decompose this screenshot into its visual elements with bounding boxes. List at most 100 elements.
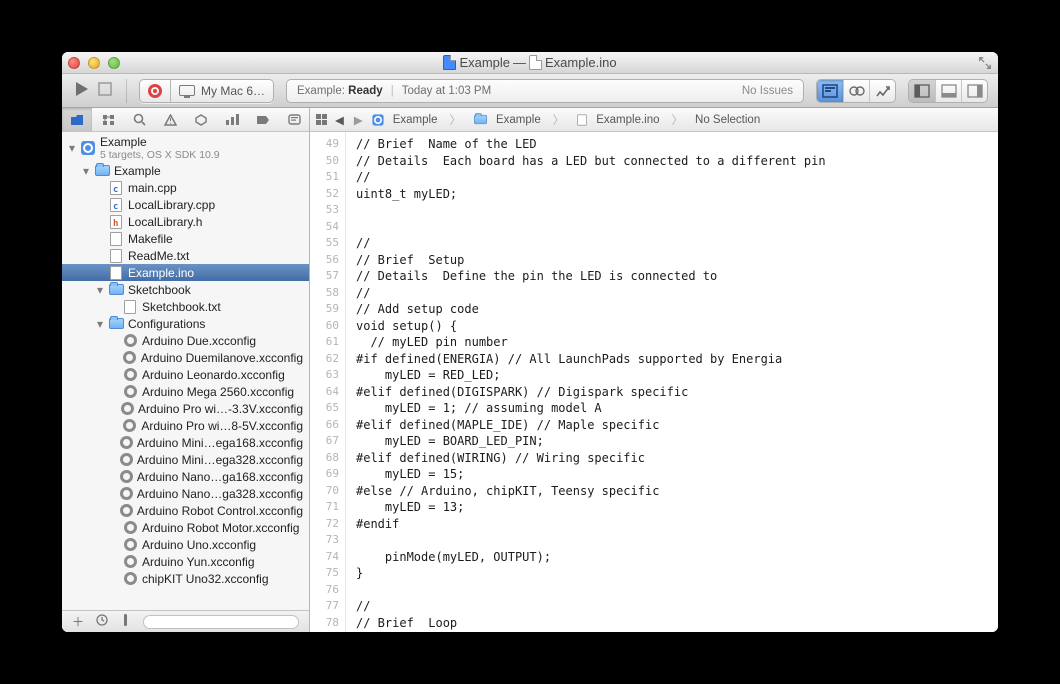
xcconfig-icon [122, 418, 138, 434]
test-navigator-icon[interactable] [186, 108, 216, 131]
tree-label: chipKIT Uno32.xcconfig [142, 572, 269, 586]
tree-label: Example.ino [128, 266, 194, 280]
file-config-12[interactable]: Arduino Uno.xcconfig [62, 536, 309, 553]
mac-icon [179, 85, 195, 96]
activity-viewer[interactable]: Example: Ready | Today at 1:03 PM No Iss… [286, 79, 804, 103]
tree-label: LocalLibrary.cpp [128, 198, 215, 212]
status-project: Example: [297, 85, 345, 97]
minimize-button[interactable] [88, 57, 100, 69]
xcconfig-icon [122, 520, 138, 536]
titlebar: Example — Example.ino [62, 52, 998, 74]
title-project: Example [459, 55, 510, 70]
file-locallibrary-cpp[interactable]: LocalLibrary.cpp [62, 196, 309, 213]
symbol-navigator-icon[interactable] [93, 108, 123, 131]
cpp-file-icon [108, 180, 124, 196]
crumb-file-icon [577, 114, 587, 125]
crumb-group[interactable]: Example [496, 114, 541, 126]
file-sketchbook-txt[interactable]: Sketchbook.txt [62, 298, 309, 315]
file-config-1[interactable]: Arduino Duemilanove.xcconfig [62, 349, 309, 366]
file-doc-icon [529, 55, 542, 70]
debug-navigator-icon[interactable] [217, 108, 247, 131]
navigator-panel-icon[interactable] [909, 80, 935, 102]
crumb-project[interactable]: Example [393, 114, 438, 126]
file-readme[interactable]: ReadMe.txt [62, 247, 309, 264]
file-config-11[interactable]: Arduino Robot Motor.xcconfig [62, 519, 309, 536]
file-example-ino[interactable]: Example.ino [62, 264, 309, 281]
zoom-button[interactable] [108, 57, 120, 69]
version-editor-icon[interactable] [869, 80, 895, 102]
file-config-8[interactable]: Arduino Nano…ga168.xcconfig [62, 468, 309, 485]
group-example[interactable]: ▾Example [62, 162, 309, 179]
file-icon [108, 265, 124, 281]
file-config-3[interactable]: Arduino Mega 2560.xcconfig [62, 383, 309, 400]
file-config-14[interactable]: chipKIT Uno32.xcconfig [62, 570, 309, 587]
tree-label: Arduino Mega 2560.xcconfig [142, 385, 294, 399]
toolbar: My Mac 6… Example: Ready | Today at 1:03… [62, 74, 998, 108]
utilities-panel-icon[interactable] [961, 80, 987, 102]
crumb-file[interactable]: Example.ino [596, 114, 659, 126]
file-config-13[interactable]: Arduino Yun.xcconfig [62, 553, 309, 570]
group-configurations[interactable]: ▾Configurations [62, 315, 309, 332]
xcode-window: Example — Example.ino My Mac 6… [62, 52, 998, 632]
tree-label: Example [100, 135, 220, 149]
file-config-4[interactable]: Arduino Pro wi…-3.3V.xcconfig [62, 400, 309, 417]
stop-button[interactable] [96, 80, 114, 101]
run-button[interactable] [72, 80, 90, 101]
standard-editor-icon[interactable] [817, 80, 843, 102]
title-file: Example.ino [545, 55, 617, 70]
xcconfig-icon [122, 554, 138, 570]
navigator-tabs[interactable] [62, 108, 309, 132]
line-gutter[interactable]: 49 50 51 52 53 54 55 56 57 58 59 60 61 6… [310, 132, 346, 632]
xcconfig-icon [122, 367, 138, 383]
code-editor[interactable]: // Brief Name of the LED // Details Each… [346, 132, 998, 632]
file-config-5[interactable]: Arduino Pro wi…8-5V.xcconfig [62, 417, 309, 434]
file-config-6[interactable]: Arduino Mini…ega168.xcconfig [62, 434, 309, 451]
folder-icon [108, 316, 124, 332]
crumb-selection[interactable]: No Selection [695, 114, 760, 126]
group-sketchbook[interactable]: ▾Sketchbook [62, 281, 309, 298]
tree-label: Arduino Robot Control.xcconfig [137, 504, 303, 518]
editor-mode-toggle[interactable] [816, 79, 896, 103]
recent-filter-icon[interactable] [96, 614, 108, 629]
file-config-9[interactable]: Arduino Nano…ga328.xcconfig [62, 485, 309, 502]
panel-toggle[interactable] [908, 79, 988, 103]
tree-label: Arduino Robot Motor.xcconfig [142, 521, 299, 535]
back-button[interactable]: ◀ [335, 113, 344, 127]
scheme-selector[interactable]: My Mac 6… [139, 79, 274, 103]
project-tree[interactable]: ▾Example5 targets, OS X SDK 10.9▾Example… [62, 132, 309, 610]
add-button[interactable]: ＋ [72, 613, 84, 630]
status-state: Ready [348, 85, 383, 97]
file-config-0[interactable]: Arduino Due.xcconfig [62, 332, 309, 349]
tree-label: Arduino Mini…ega168.xcconfig [137, 436, 303, 450]
file-config-10[interactable]: Arduino Robot Control.xcconfig [62, 502, 309, 519]
xcconfig-icon [122, 571, 138, 587]
fullscreen-icon[interactable] [978, 56, 992, 70]
log-navigator-icon[interactable] [279, 108, 309, 131]
tree-label: Sketchbook.txt [142, 300, 221, 314]
project-navigator-icon[interactable] [62, 108, 92, 131]
file-makefile[interactable]: Makefile [62, 230, 309, 247]
forward-button[interactable]: ▶ [354, 113, 363, 127]
debug-panel-icon[interactable] [935, 80, 961, 102]
editor-area: ◀ ▶ Example 〉 Example 〉 Example.ino 〉 No… [310, 108, 998, 632]
xcconfig-icon [120, 486, 133, 502]
scm-filter-icon[interactable] [120, 614, 131, 629]
file-config-7[interactable]: Arduino Mini…ega328.xcconfig [62, 451, 309, 468]
jump-bar[interactable]: ◀ ▶ Example 〉 Example 〉 Example.ino 〉 No… [310, 108, 998, 132]
search-navigator-icon[interactable] [124, 108, 154, 131]
filter-field[interactable] [143, 615, 299, 629]
file-config-2[interactable]: Arduino Leonardo.xcconfig [62, 366, 309, 383]
target-icon [148, 84, 162, 98]
assistant-editor-icon[interactable] [843, 80, 869, 102]
cpp-file-icon [108, 197, 124, 213]
file-locallibrary-h[interactable]: LocalLibrary.h [62, 213, 309, 230]
tree-label: Configurations [128, 317, 205, 331]
status-issues: No Issues [742, 85, 793, 97]
file-main-cpp[interactable]: main.cpp [62, 179, 309, 196]
breakpoint-navigator-icon[interactable] [248, 108, 278, 131]
project-root[interactable]: ▾Example5 targets, OS X SDK 10.9 [62, 134, 309, 162]
close-button[interactable] [68, 57, 80, 69]
tree-label: Arduino Nano…ga328.xcconfig [137, 487, 303, 501]
issue-navigator-icon[interactable] [155, 108, 185, 131]
related-items-icon[interactable] [316, 114, 327, 125]
